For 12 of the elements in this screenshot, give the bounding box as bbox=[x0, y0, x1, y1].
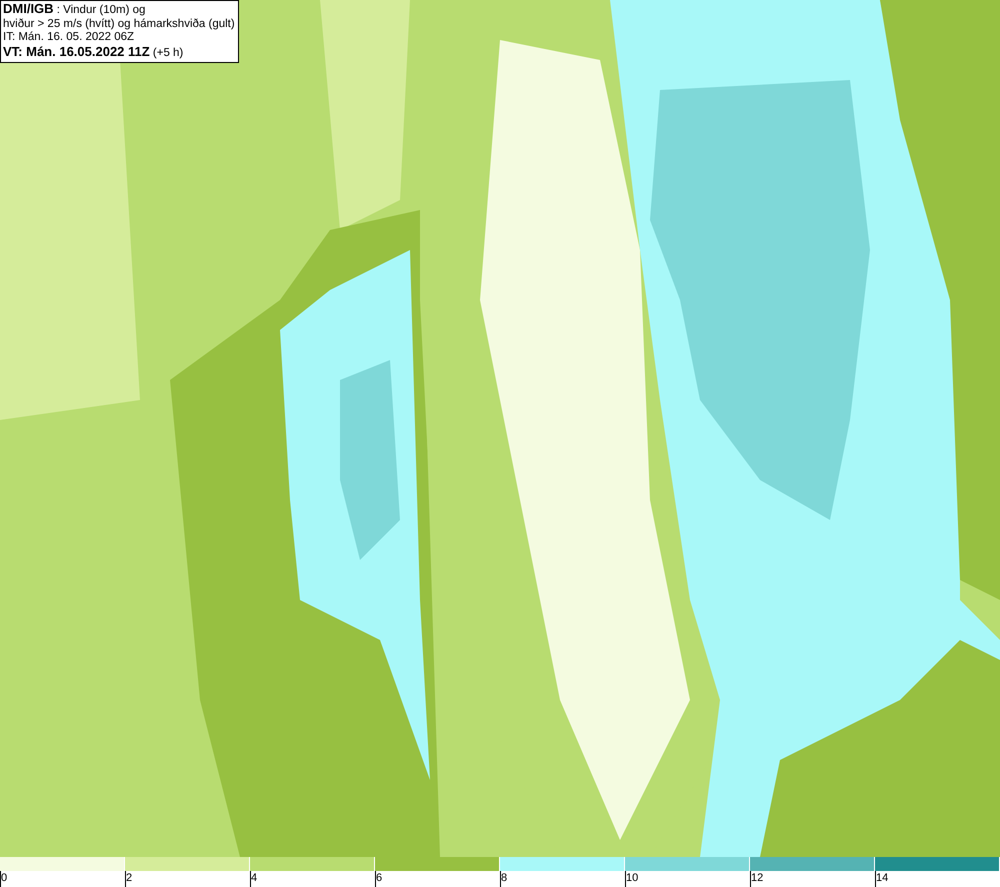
legend-tick-label: 14 bbox=[875, 871, 888, 887]
legend-tick-label: 8 bbox=[500, 871, 508, 887]
title-line: hviður > 25 m/s (hvítt) og hámarkshviða (gult) bbox=[3, 18, 235, 31]
title-line: IT: Mán. 16. 05. 2022 06Z bbox=[3, 31, 136, 44]
legend-tick-label: 6 bbox=[375, 871, 382, 887]
legend-tick-label: 10 bbox=[625, 871, 638, 887]
legend-tick-label: 0 bbox=[0, 871, 8, 887]
title-line: VT: Mán. 16.05.2022 11Z (+5 h) bbox=[3, 44, 184, 60]
legend-tick-label: 12 bbox=[750, 871, 764, 887]
legend-tick-label: 2 bbox=[125, 871, 132, 887]
legend-tick-label: 4 bbox=[250, 871, 258, 887]
title-line: DMI/IGB : Vindur (10m) og bbox=[3, 2, 146, 18]
